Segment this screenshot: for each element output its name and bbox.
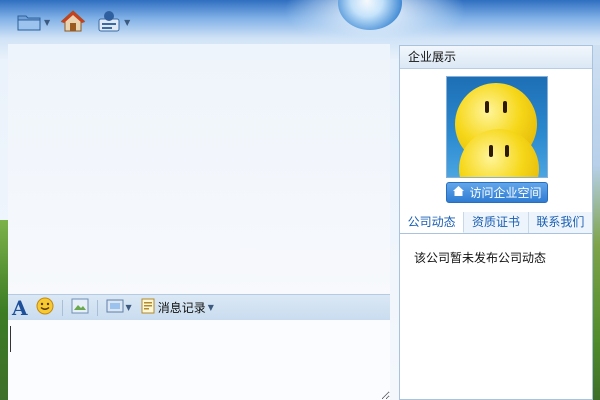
user-card-menu-button[interactable]: ▼ [96, 8, 130, 36]
top-toolbar: ▼ ▼ [16, 8, 130, 36]
enterprise-showcase-panel: 企业展示 访问企业空间 公司动态 资质证书 联系我们 该公司暂未发布公司动态 [399, 45, 593, 400]
font-button[interactable]: A [10, 297, 30, 319]
tab-certificates[interactable]: 资质证书 [464, 212, 529, 233]
visit-button-label: 访问企业空间 [469, 186, 542, 200]
home-icon [60, 9, 86, 36]
panel-title: 企业展示 [400, 46, 592, 69]
chevron-down-icon: ▼ [124, 17, 131, 27]
tab-company-news[interactable]: 公司动态 [400, 212, 465, 233]
company-news-text: 该公司暂未发布公司动态 [414, 251, 547, 265]
send-image-button[interactable] [69, 297, 91, 319]
visit-company-space-button[interactable]: 访问企业空间 [446, 182, 548, 203]
image-icon [71, 298, 89, 317]
toolbar-divider [96, 299, 98, 316]
company-logo-image [446, 76, 548, 178]
user-card-icon [96, 9, 122, 36]
home-icon [452, 185, 465, 200]
message-input[interactable] [8, 320, 390, 400]
chat-message-area [8, 44, 390, 294]
company-info-tabs: 公司动态 资质证书 联系我们 [400, 212, 592, 234]
chevron-down-icon: ▼ [207, 303, 214, 312]
chevron-down-icon: ▼ [44, 17, 51, 27]
input-toolbar: A ▼ 消息记录 ▼ [8, 294, 390, 320]
text-cursor [10, 326, 11, 352]
smiley-icon [36, 297, 54, 318]
font-icon: A [12, 295, 28, 320]
screenshot-icon [106, 298, 124, 317]
chevron-down-icon: ▼ [125, 303, 132, 312]
folder-icon [16, 10, 42, 35]
message-history-label: 消息记录 [157, 301, 206, 315]
screenshot-button[interactable]: ▼ [104, 297, 134, 319]
folder-menu-button[interactable]: ▼ [16, 8, 50, 36]
emoji-button[interactable] [34, 297, 56, 319]
history-icon [140, 298, 156, 317]
home-button[interactable] [60, 8, 86, 36]
message-history-button[interactable]: 消息记录 ▼ [138, 297, 216, 319]
toolbar-divider [61, 299, 63, 316]
tab-contact-us[interactable]: 联系我们 [529, 212, 592, 233]
